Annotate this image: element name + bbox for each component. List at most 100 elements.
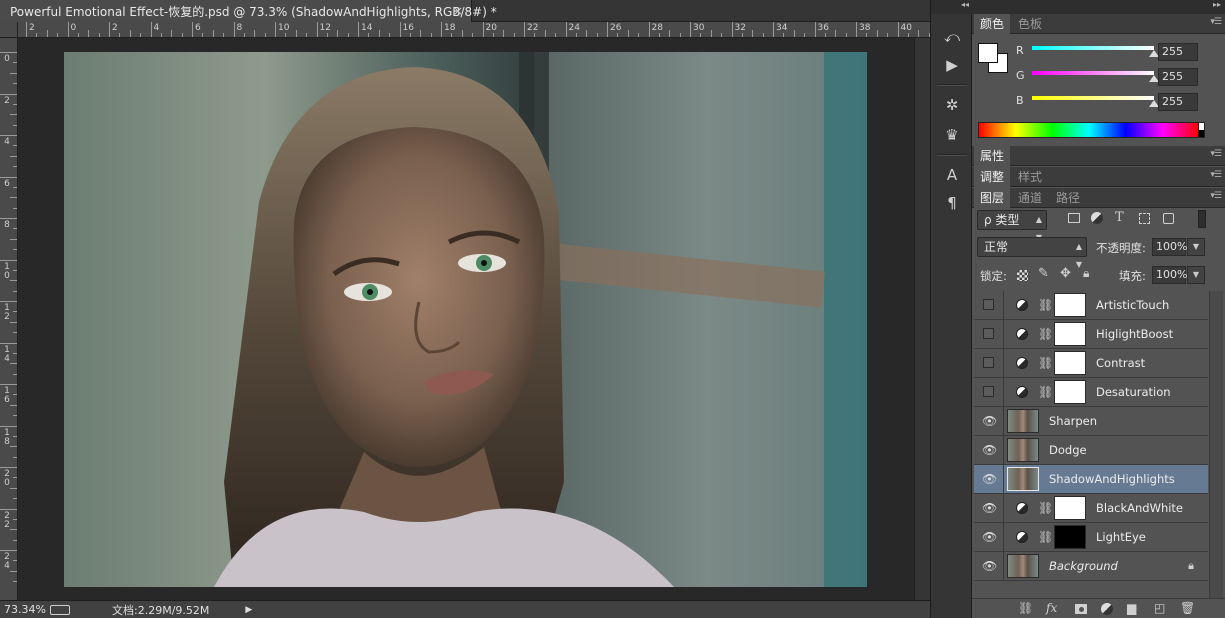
delete-layer-icon[interactable]: 🗑︎ (1180, 601, 1195, 615)
ruler-vertical[interactable]: 0 2 4 6 8 10 12 14 16 18 20 22 24 (0, 38, 18, 600)
character-icon[interactable]: A (941, 164, 963, 186)
mask-link-icon[interactable]: ⛓ (1038, 530, 1053, 544)
new-group-icon[interactable]: ▆ (1127, 601, 1136, 615)
layer-mask-thumbnail[interactable] (1054, 322, 1086, 346)
layer-visibility-toggle[interactable] (974, 320, 1004, 348)
mask-link-icon[interactable]: ⛓ (1038, 356, 1053, 370)
layer-name[interactable]: Contrast (1096, 356, 1145, 370)
zoom-level[interactable]: 73.34% (4, 603, 46, 616)
channel-b-value[interactable]: 255 (1158, 93, 1198, 111)
layer-name[interactable]: BlackAndWhite (1096, 501, 1183, 515)
layer-row[interactable]: ⛓ Contrast (974, 349, 1208, 378)
layer-visibility-toggle[interactable]: 👁︎ (974, 494, 1004, 522)
tab-swatches[interactable]: 色板 (1012, 14, 1048, 34)
tab-paths[interactable]: 路径 (1050, 188, 1086, 208)
lock-image-icon[interactable]: ✎ (1038, 266, 1049, 281)
new-adjustment-layer-icon[interactable] (1100, 602, 1114, 616)
lock-position-icon[interactable]: ✥ (1060, 266, 1071, 281)
layer-style-icon[interactable]: fx (1046, 601, 1057, 615)
paragraph-icon[interactable]: ¶ (941, 192, 963, 214)
color-spectrum-bar[interactable] (978, 122, 1200, 138)
layer-name[interactable]: Sharpen (1049, 414, 1097, 428)
layer-mask-thumbnail[interactable] (1054, 293, 1086, 317)
panel-menu-icon[interactable]: ▾☰ (1210, 170, 1222, 180)
filter-pixel-icon[interactable] (1068, 213, 1080, 223)
tab-layers[interactable]: 图层 (974, 188, 1011, 208)
fill-value[interactable]: 100% (1152, 266, 1187, 284)
filter-toggle[interactable] (1198, 210, 1206, 228)
layer-visibility-toggle[interactable]: 👁︎ (974, 407, 1004, 435)
fill-dropdown-icon[interactable]: ▼ (1187, 266, 1205, 284)
layer-name[interactable]: HiglightBoost (1096, 327, 1173, 341)
layer-visibility-toggle[interactable]: 👁︎ (974, 523, 1004, 551)
layer-name[interactable]: ArtisticTouch (1096, 298, 1169, 312)
canvas-vertical-scrollbar[interactable] (914, 38, 930, 600)
tab-adjustments[interactable]: 调整 (974, 167, 1011, 187)
layer-visibility-toggle[interactable] (974, 291, 1004, 319)
history-icon[interactable]: ⤺ (941, 26, 963, 48)
layer-mask-thumbnail[interactable] (1054, 525, 1086, 549)
status-menu-arrow-icon[interactable]: ▶ (245, 605, 252, 615)
tab-channels[interactable]: 通道 (1012, 188, 1048, 208)
panel-menu-icon[interactable]: ▾☰ (1210, 17, 1222, 27)
layer-thumbnail[interactable] (1007, 467, 1039, 491)
new-layer-icon[interactable]: ◰ (1154, 601, 1165, 615)
filter-shape-icon[interactable] (1139, 213, 1150, 224)
layer-row[interactable]: 👁︎ ShadowAndHighlights (974, 465, 1208, 494)
layer-thumbnail[interactable] (1007, 409, 1039, 433)
document-tab[interactable]: Powerful Emotional Effect-恢复的.psd @ 73.3… (0, 0, 497, 22)
layer-row[interactable]: 👁︎ Dodge (974, 436, 1208, 465)
tab-color[interactable]: 颜色 (974, 14, 1011, 34)
mask-link-icon[interactable]: ⛓ (1038, 501, 1053, 515)
opacity-dropdown-icon[interactable]: ▼ (1187, 238, 1205, 256)
add-mask-icon[interactable] (1074, 602, 1088, 616)
mask-link-icon[interactable]: ⛓ (1038, 298, 1053, 312)
collapse-dock-icon[interactable]: ◂◂ (931, 0, 973, 14)
channel-r-slider[interactable] (1032, 46, 1154, 50)
link-layers-icon[interactable]: ⛓ (1018, 601, 1033, 615)
lock-transparent-icon[interactable] (1017, 270, 1028, 281)
layer-name[interactable]: Dodge (1049, 443, 1087, 457)
tab-styles[interactable]: 样式 (1012, 167, 1048, 187)
clone-source-icon[interactable]: ♛ (941, 124, 963, 146)
channel-g-slider[interactable] (1032, 71, 1154, 75)
layer-row[interactable]: 👁︎ ⛓ LightEye (974, 523, 1208, 552)
layer-name[interactable]: ShadowAndHighlights (1049, 472, 1175, 486)
layer-visibility-toggle[interactable]: 👁︎ (974, 465, 1004, 493)
layer-visibility-toggle[interactable]: 👁︎ (974, 436, 1004, 464)
layer-row[interactable]: ⛓ HiglightBoost (974, 320, 1208, 349)
layer-visibility-toggle[interactable]: 👁︎ (974, 552, 1004, 580)
layer-mask-thumbnail[interactable] (1054, 351, 1086, 375)
mask-link-icon[interactable]: ⛓ (1038, 327, 1053, 341)
filter-adjustment-icon[interactable] (1091, 212, 1103, 224)
layer-visibility-toggle[interactable] (974, 378, 1004, 406)
layer-row[interactable]: ⛓ Desaturation (974, 378, 1208, 407)
lock-all-icon[interactable]: 🔒︎ (1083, 266, 1089, 281)
ruler-horizontal[interactable]: 2 0 2 4 6 8 10 12 14 16 18 20 22 24 26 28 30 32 34 36 38 40 (18, 22, 930, 38)
layer-mask-thumbnail[interactable] (1054, 380, 1086, 404)
layer-visibility-toggle[interactable] (974, 349, 1004, 377)
layer-name[interactable]: Background (1049, 559, 1118, 573)
status-info-icon[interactable] (50, 604, 70, 615)
layer-row[interactable]: 👁︎ Background 🔒︎ (974, 552, 1208, 581)
channel-r-value[interactable]: 255 (1158, 43, 1198, 61)
mask-link-icon[interactable]: ⛓ (1038, 385, 1053, 399)
layer-row[interactable]: ⛓ ArtisticTouch (974, 291, 1208, 320)
layer-thumbnail[interactable] (1007, 554, 1039, 578)
spectrum-black-white[interactable] (1198, 122, 1205, 138)
layer-row[interactable]: 👁︎ ⛓ BlackAndWhite (974, 494, 1208, 523)
layers-scrollbar[interactable] (1209, 291, 1223, 598)
brush-preset-icon[interactable]: ✲ (941, 94, 963, 116)
layer-name[interactable]: Desaturation (1096, 385, 1171, 399)
filter-smartobject-icon[interactable] (1163, 213, 1174, 224)
layer-mask-thumbnail[interactable] (1054, 496, 1086, 520)
actions-play-icon[interactable]: ▶ (941, 54, 963, 76)
layer-thumbnail[interactable] (1007, 438, 1039, 462)
layer-filter-kind[interactable]: ρ 类型▲▼ (977, 210, 1047, 242)
channel-b-slider[interactable] (1032, 96, 1154, 100)
document-image[interactable] (64, 52, 867, 587)
foreground-color-swatch[interactable] (978, 43, 998, 63)
filter-type-icon[interactable]: T (1115, 210, 1124, 225)
panel-menu-icon[interactable]: ▾☰ (1210, 191, 1222, 201)
panel-menu-icon[interactable]: ▾☰ (1210, 149, 1222, 159)
